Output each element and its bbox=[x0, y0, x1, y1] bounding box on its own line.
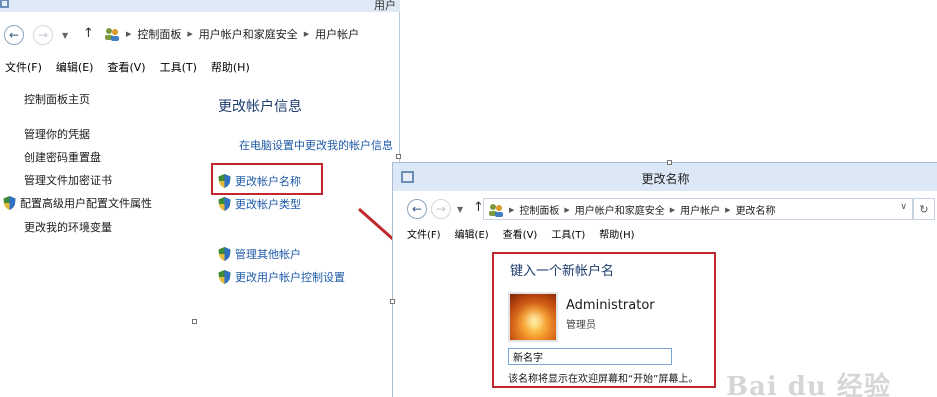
window-title: 用户 bbox=[374, 0, 396, 12]
avatar bbox=[508, 292, 558, 342]
link-label: 更改用户帐户控制设置 bbox=[235, 271, 345, 284]
watermark: Bai du 经验 bbox=[726, 372, 891, 397]
breadcrumb-item-control-panel[interactable]: 控制面板 bbox=[519, 202, 559, 217]
link-label: 更改帐户类型 bbox=[235, 198, 301, 211]
recent-pages-dropdown-icon[interactable]: ▼ bbox=[457, 205, 463, 214]
chevron-right-icon: ▶ bbox=[509, 205, 515, 214]
menu-file[interactable]: 文件(F) bbox=[5, 59, 42, 75]
address-bar[interactable]: ▶ 控制面板 ▶ 用户帐户和家庭安全 ▶ 用户帐户 ▶ 更改名称 ∨ bbox=[483, 198, 913, 220]
forward-arrow-icon[interactable]: → bbox=[431, 199, 451, 219]
account-role: 管理员 bbox=[566, 320, 596, 331]
shield-icon bbox=[3, 196, 16, 210]
manage-other-accounts-link[interactable]: 管理其他帐户 bbox=[218, 246, 301, 262]
sidebar-item-home[interactable]: 控制面板主页 bbox=[24, 91, 90, 107]
menu-view[interactable]: 查看(V) bbox=[107, 59, 145, 75]
menu-tools[interactable]: 工具(T) bbox=[551, 226, 585, 241]
highlight-box bbox=[211, 163, 323, 195]
link-label: 管理其他帐户 bbox=[235, 248, 301, 261]
account-name: Administrator bbox=[566, 298, 655, 313]
sidebar-item-profile-properties[interactable]: 配置高级用户配置文件属性 bbox=[3, 195, 152, 211]
change-name-window: 更改名称 ← → ▼ ↑ ▶ 控制面板 ▶ 用户帐户和家庭安全 ▶ 用户帐户 ▶… bbox=[390, 160, 937, 397]
back-arrow-icon[interactable]: ← bbox=[407, 199, 427, 219]
refresh-icon[interactable]: ↻ bbox=[913, 198, 935, 220]
resize-handle[interactable] bbox=[390, 299, 395, 304]
menu-bar: 文件(F) 编辑(E) 查看(V) 工具(T) 帮助(H) bbox=[407, 226, 635, 241]
shield-icon bbox=[218, 197, 231, 211]
pc-settings-link[interactable]: 在电脑设置中更改我的帐户信息 bbox=[239, 137, 393, 153]
users-icon bbox=[105, 28, 119, 41]
menu-view[interactable]: 查看(V) bbox=[503, 226, 538, 241]
forward-arrow-icon[interactable]: → bbox=[33, 25, 53, 45]
chevron-right-icon: ▶ bbox=[187, 30, 193, 38]
menu-bar: 文件(F) 编辑(E) 查看(V) 工具(T) 帮助(H) bbox=[5, 59, 250, 75]
users-icon bbox=[489, 203, 503, 217]
chevron-down-icon[interactable]: ∨ bbox=[900, 202, 907, 212]
title-bar: 用户 bbox=[0, 0, 400, 12]
back-arrow-icon[interactable]: ← bbox=[4, 25, 24, 45]
menu-edit[interactable]: 编辑(E) bbox=[455, 226, 489, 241]
title-bar: 更改名称 bbox=[393, 163, 937, 191]
user-accounts-window: 用户 ← → ▼ ↑ ▶ 控制面板 ▶ 用户帐户和家庭安全 ▶ 用户帐户 文件(… bbox=[0, 0, 401, 324]
uac-settings-link[interactable]: 更改用户帐户控制设置 bbox=[218, 269, 345, 285]
chevron-right-icon: ▶ bbox=[725, 205, 731, 214]
shield-icon bbox=[218, 247, 231, 261]
breadcrumb-item-family-safety[interactable]: 用户帐户和家庭安全 bbox=[575, 202, 665, 217]
chevron-right-icon: ▶ bbox=[126, 30, 132, 38]
page-title: 更改帐户信息 bbox=[218, 99, 302, 115]
resize-handle[interactable] bbox=[192, 319, 197, 324]
new-name-input[interactable] bbox=[508, 348, 672, 365]
name-hint-text: 该名称将显示在欢迎屏幕和“开始”屏幕上。 bbox=[508, 374, 699, 385]
sidebar-item-password-reset-disk[interactable]: 创建密码重置盘 bbox=[24, 149, 101, 165]
page-title: 键入一个新帐户名 bbox=[510, 264, 615, 279]
address-bar: ← → ▼ ↑ ▶ 控制面板 ▶ 用户帐户和家庭安全 ▶ 用户帐户 bbox=[0, 22, 400, 48]
breadcrumb-item-user-accounts[interactable]: 用户帐户 bbox=[315, 26, 359, 42]
up-arrow-icon[interactable]: ↑ bbox=[83, 26, 94, 41]
breadcrumb-item-user-accounts[interactable]: 用户帐户 bbox=[680, 202, 720, 217]
sidebar-item-manage-credentials[interactable]: 管理你的凭据 bbox=[24, 126, 90, 142]
sidebar-item-env-variables[interactable]: 更改我的环境变量 bbox=[24, 219, 112, 235]
chevron-right-icon: ▶ bbox=[669, 205, 676, 214]
resize-handle[interactable] bbox=[667, 160, 672, 165]
menu-help[interactable]: 帮助(H) bbox=[599, 226, 634, 241]
menu-file[interactable]: 文件(F) bbox=[407, 226, 441, 241]
breadcrumb-item-control-panel[interactable]: 控制面板 bbox=[137, 26, 181, 42]
window-title: 更改名称 bbox=[641, 172, 690, 186]
breadcrumb: ▶ 控制面板 ▶ 用户帐户和家庭安全 ▶ 用户帐户 bbox=[104, 26, 359, 42]
menu-edit[interactable]: 编辑(E) bbox=[56, 59, 94, 75]
chevron-right-icon: ▶ bbox=[303, 30, 310, 38]
control-panel-icon bbox=[0, 0, 9, 8]
breadcrumb: ▶ 控制面板 ▶ 用户帐户和家庭安全 ▶ 用户帐户 ▶ 更改名称 bbox=[488, 202, 776, 217]
rename-panel: 键入一个新帐户名 Administrator 管理员 该名称将显示在欢迎屏幕和“… bbox=[492, 252, 716, 388]
sidebar-item-file-encryption[interactable]: 管理文件加密证书 bbox=[24, 172, 112, 188]
breadcrumb-item-family-safety[interactable]: 用户帐户和家庭安全 bbox=[199, 26, 298, 42]
menu-tools[interactable]: 工具(T) bbox=[160, 59, 197, 75]
resize-handle[interactable] bbox=[396, 154, 401, 159]
shield-icon bbox=[218, 270, 231, 284]
menu-help[interactable]: 帮助(H) bbox=[211, 59, 250, 75]
change-account-type-link[interactable]: 更改帐户类型 bbox=[218, 196, 301, 212]
recent-pages-dropdown-icon[interactable]: ▼ bbox=[62, 31, 68, 40]
sidebar-item-label: 配置高级用户配置文件属性 bbox=[20, 197, 152, 210]
chevron-right-icon: ▶ bbox=[564, 205, 570, 214]
breadcrumb-item-change-name[interactable]: 更改名称 bbox=[736, 202, 776, 217]
